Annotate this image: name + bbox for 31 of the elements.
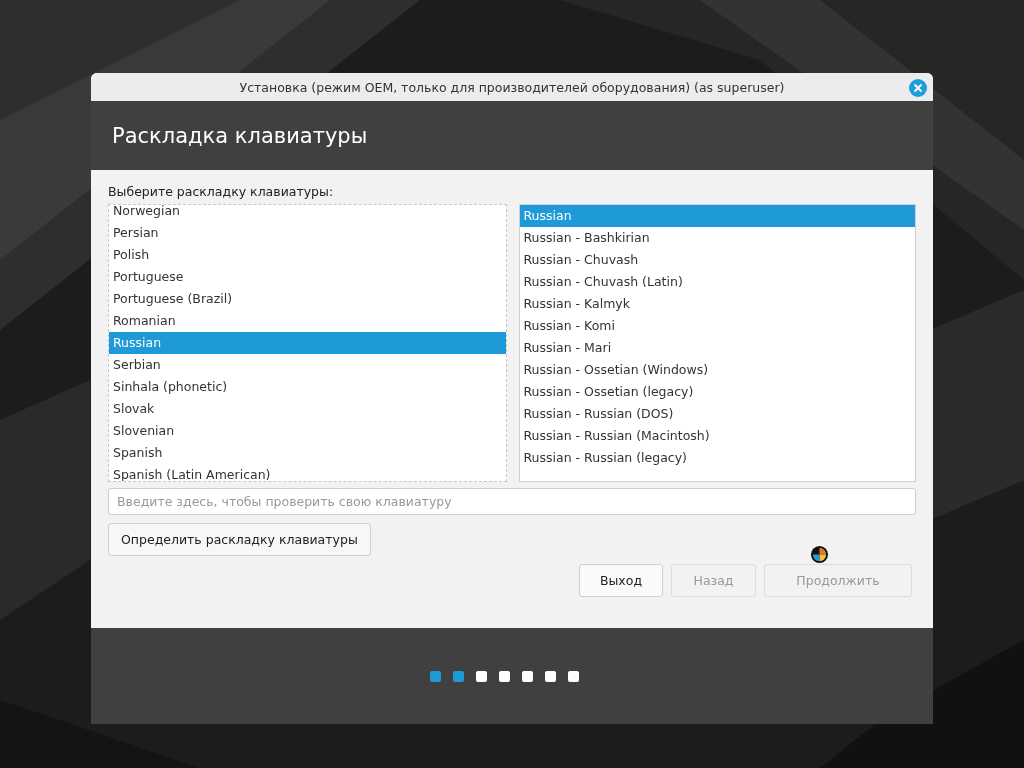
variant-item[interactable]: Russian - Kalmyk xyxy=(519,293,915,315)
layout-item[interactable]: Spanish (Latin American) xyxy=(109,464,506,481)
layout-label: Выберите раскладку клавиатуры: xyxy=(108,184,335,199)
layout-item[interactable]: Portuguese (Brazil) xyxy=(109,288,506,310)
detect-layout-button[interactable]: Определить раскладку клавиатуры xyxy=(108,523,371,556)
layout-item[interactable]: Polish xyxy=(109,244,506,266)
variant-item[interactable]: Russian - Russian (legacy) xyxy=(519,447,915,469)
variant-item[interactable]: Russian - Ossetian (legacy) xyxy=(519,381,915,403)
variant-item[interactable]: Russian - Ossetian (Windows) xyxy=(519,359,915,381)
busy-cursor-icon xyxy=(809,545,829,564)
layout-item[interactable]: Slovak xyxy=(109,398,506,420)
variant-item[interactable]: Russian - Chuvash (Latin) xyxy=(519,271,915,293)
layout-item[interactable]: Portuguese xyxy=(109,266,506,288)
variant-item[interactable]: Russian - Bashkirian xyxy=(519,227,915,249)
variant-item[interactable]: Russian - Russian (Macintosh) xyxy=(519,425,915,447)
variant-item[interactable]: Russian - Mari xyxy=(519,337,915,359)
layout-item[interactable]: Slovenian xyxy=(109,420,506,442)
nav-button[interactable]: Выход xyxy=(579,564,663,597)
layout-item[interactable]: Romanian xyxy=(109,310,506,332)
close-icon[interactable] xyxy=(909,79,927,97)
page-title: Раскладка клавиатуры xyxy=(112,123,368,148)
layout-item[interactable]: Norwegian xyxy=(109,205,506,222)
input-field[interactable]: Введите здесь, чтобы проверить свою клавиатуру xyxy=(108,488,916,515)
layout-item[interactable]: Serbian xyxy=(109,354,506,376)
variant-item[interactable]: Russian - Russian (DOS) xyxy=(519,403,915,425)
window-title: Установка (режим OEM, только для производителей оборудования) (as superuser) xyxy=(239,79,785,95)
layout-item[interactable]: Sinhala (phonetic) xyxy=(109,376,506,398)
layout-item[interactable]: Persian xyxy=(109,222,506,244)
variant-item[interactable]: Russian - Chuvash xyxy=(519,249,915,271)
variant-item[interactable]: Russian - Komi xyxy=(519,315,915,337)
layout-item[interactable]: Spanish xyxy=(109,442,506,464)
